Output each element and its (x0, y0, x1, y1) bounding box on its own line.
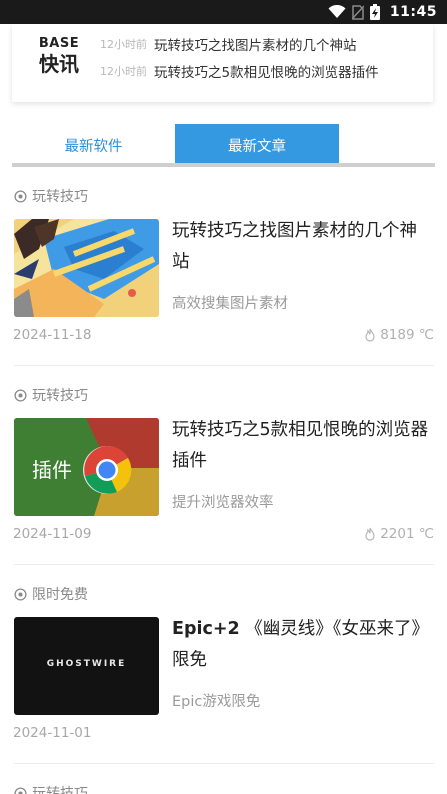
tab-latest-software[interactable]: 最新软件 (12, 124, 175, 166)
wifi-icon (328, 5, 346, 19)
article-thumbnail[interactable]: 插件 (14, 418, 159, 516)
tab-latest-articles[interactable]: 最新文章 (175, 124, 339, 166)
article-subtitle: Epic游戏限免 (172, 694, 261, 710)
article-title[interactable]: 玩转技巧之找图片素材的几个神站 (172, 216, 434, 278)
status-bar: 11:45 (0, 0, 447, 24)
clock-time: 11:45 (389, 4, 437, 20)
news-headline[interactable]: 玩转技巧之5款相见恨晚的浏览器插件 (154, 61, 379, 81)
article-divider (14, 763, 434, 764)
article-divider (14, 365, 434, 366)
news-headline[interactable]: 玩转技巧之找图片素材的几个神站 (154, 34, 357, 54)
map-illustration-icon (14, 219, 159, 317)
article-category-label: 玩转技巧 (32, 189, 88, 205)
content-tabs: 最新软件 最新文章 (12, 124, 435, 167)
news-item[interactable]: 12小时前 玩转技巧之5款相见恨晚的浏览器插件 (100, 61, 379, 81)
article-date: 2024-11-09 (13, 526, 92, 542)
news-time-ago: 12小时前 (100, 38, 147, 51)
article-subtitle: 提升浏览器效率 (172, 495, 274, 511)
article-heat-value: 8189 ℃ (380, 327, 434, 343)
article-title[interactable]: Epic+2 《幽灵线》《女巫来了》限免 (172, 614, 434, 676)
logo-news-text: 快讯 (39, 52, 79, 76)
tab-underline (12, 163, 435, 167)
article-date: 2024-11-01 (13, 725, 92, 741)
article-thumbnail[interactable] (14, 219, 159, 317)
base-news-logo: BASE 快讯 (36, 36, 82, 76)
app-screen: 11:45 BASE 快讯 12小时前 玩转技巧之找图片素材的几个神站 12小时… (0, 0, 447, 794)
article-heat: 2201 ℃ (364, 526, 434, 542)
target-circle-icon (14, 786, 27, 794)
flame-icon (365, 527, 375, 541)
logo-base-text: BASE (38, 36, 80, 51)
article-category[interactable]: 限时免费 (14, 584, 88, 604)
flame-icon (365, 328, 375, 342)
news-item[interactable]: 12小时前 玩转技巧之找图片素材的几个神站 (100, 34, 357, 54)
article-heat: 8189 ℃ (364, 327, 434, 343)
article-thumbnail[interactable]: GHOSTWIRE (14, 617, 159, 715)
thumbnail-caption: 插件 (32, 458, 72, 482)
article-date: 2024-11-18 (13, 327, 92, 343)
base-news-card[interactable]: BASE 快讯 12小时前 玩转技巧之找图片素材的几个神站 12小时前 玩转技巧… (12, 24, 433, 102)
news-time-ago: 12小时前 (100, 65, 147, 78)
target-circle-icon (14, 189, 27, 203)
article-title[interactable]: 玩转技巧之5款相见恨晚的浏览器插件 (172, 415, 434, 477)
article-category[interactable]: 玩转技巧 (14, 783, 88, 794)
target-circle-icon (14, 587, 27, 601)
no-sim-icon (351, 4, 364, 20)
target-circle-icon (14, 388, 27, 402)
article-category-label: 玩转技巧 (32, 786, 88, 794)
article-title-bold: Epic+2 (172, 619, 240, 639)
article-subtitle: 高效搜集图片素材 (172, 296, 288, 312)
article-category-label: 限时免费 (32, 587, 88, 603)
battery-charging-icon (369, 4, 380, 20)
article-category[interactable]: 玩转技巧 (14, 385, 88, 405)
article-category[interactable]: 玩转技巧 (14, 186, 88, 206)
article-heat-value: 2201 ℃ (380, 526, 434, 542)
article-category-label: 玩转技巧 (32, 388, 88, 404)
article-divider (14, 564, 434, 565)
thumbnail-caption: GHOSTWIRE (46, 659, 127, 669)
